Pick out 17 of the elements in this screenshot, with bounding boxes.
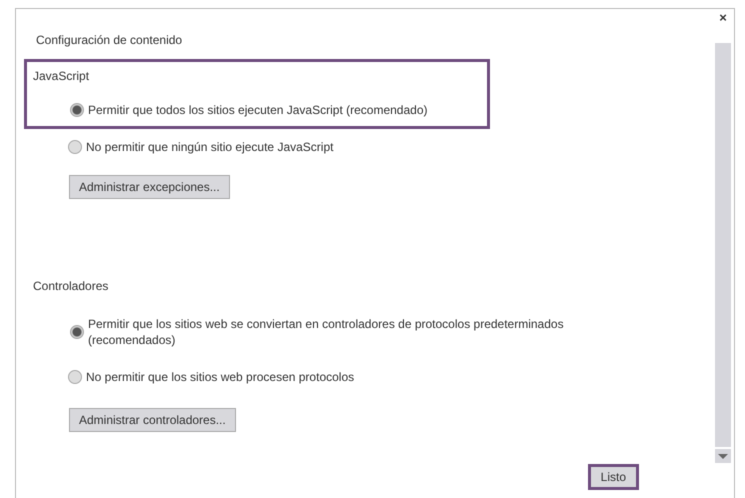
radio-button[interactable] [68, 370, 82, 384]
section-heading: Controladores [33, 278, 110, 294]
manage-button[interactable]: Administrar excepciones... [69, 175, 230, 199]
radio-label: No permitir que ningún sitio ejecute JavaScript [86, 139, 334, 155]
radio-button[interactable] [70, 103, 84, 117]
radio-label: Permitir que todos los sitios ejecuten JavaScript (recomendado) [88, 102, 428, 118]
radio-button[interactable] [70, 325, 84, 339]
done-button[interactable]: Listo [588, 464, 639, 490]
manage-button[interactable]: Administrar controladores... [69, 408, 236, 432]
dialog-title: Configuración de contenido [36, 32, 184, 49]
scrollbar[interactable] [715, 43, 731, 447]
radio-label: No permitir que los sitios web procesen protocolos [86, 369, 354, 385]
close-icon[interactable]: × [719, 11, 727, 25]
scroll-down-icon[interactable] [715, 449, 731, 463]
radio-button[interactable] [68, 140, 82, 154]
radio-label: Permitir que los sitios web se conviertan en controladores de protocolos predeterminados (recomendados) [88, 316, 565, 348]
section-heading: JavaScript [33, 68, 90, 84]
